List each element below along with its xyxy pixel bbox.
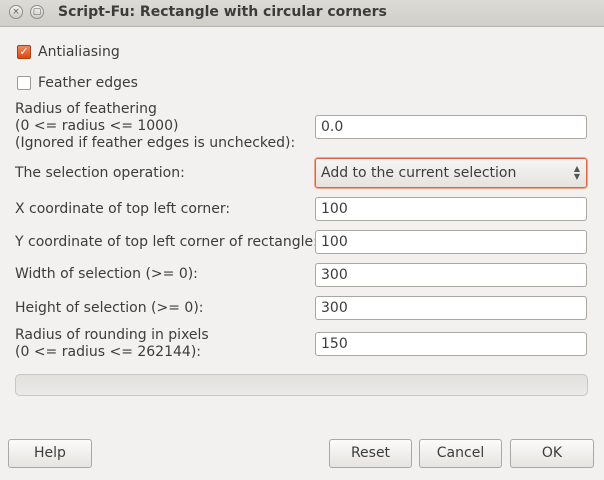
up-down-arrows-icon: ▲ ▼ (573, 164, 580, 181)
feather-radius-input[interactable]: 0.0 (315, 115, 587, 139)
feather-radius-label-line: Radius of feathering (15, 101, 157, 117)
title-bar: × ▢ Script-Fu: Rectangle with circular c… (0, 0, 604, 27)
rounding-radius-label-line: (0 <= radius <= 262144): (15, 344, 201, 360)
height-label: Height of selection (>= 0): (15, 300, 204, 316)
selection-operation-select[interactable]: Add to the current selection ▲ ▼ (315, 158, 587, 188)
height-input[interactable]: 300 (315, 296, 587, 320)
ok-button[interactable]: OK (510, 439, 594, 468)
feather-edges-label[interactable]: Feather edges (38, 75, 138, 92)
close-icon[interactable]: × (9, 5, 23, 19)
rounding-radius-input[interactable]: 150 (315, 332, 587, 356)
minimize-icon[interactable]: ▢ (30, 5, 44, 19)
width-label: Width of selection (>= 0): (15, 266, 198, 282)
antialiasing-checkbox[interactable]: ✓ (17, 45, 31, 59)
selection-operation-label: The selection operation: (15, 165, 185, 181)
cancel-button[interactable]: Cancel (419, 439, 502, 468)
feather-radius-label-line: (Ignored if feather edges is unchecked): (15, 135, 296, 151)
y-coordinate-input[interactable]: 100 (315, 230, 587, 254)
x-coordinate-input[interactable]: 100 (315, 197, 587, 221)
progress-bar (15, 374, 588, 396)
window-title: Script-Fu: Rectangle with circular corne… (58, 4, 387, 20)
reset-button[interactable]: Reset (329, 439, 412, 468)
x-coordinate-label: X coordinate of top left corner: (15, 201, 231, 217)
selection-operation-value: Add to the current selection (321, 165, 517, 181)
feather-radius-label: Radius of feathering (0 <= radius <= 100… (15, 101, 295, 152)
help-button[interactable]: Help (8, 439, 92, 468)
rounding-radius-label-line: Radius of rounding in pixels (15, 327, 209, 343)
width-input[interactable]: 300 (315, 263, 587, 287)
feather-edges-checkbox[interactable] (17, 76, 31, 90)
y-coordinate-label: Y coordinate of top left corner of recta… (15, 234, 318, 250)
feather-radius-label-line: (0 <= radius <= 1000) (15, 118, 179, 134)
antialiasing-label[interactable]: Antialiasing (38, 44, 120, 61)
rounding-radius-label: Radius of rounding in pixels (0 <= radiu… (15, 327, 209, 361)
